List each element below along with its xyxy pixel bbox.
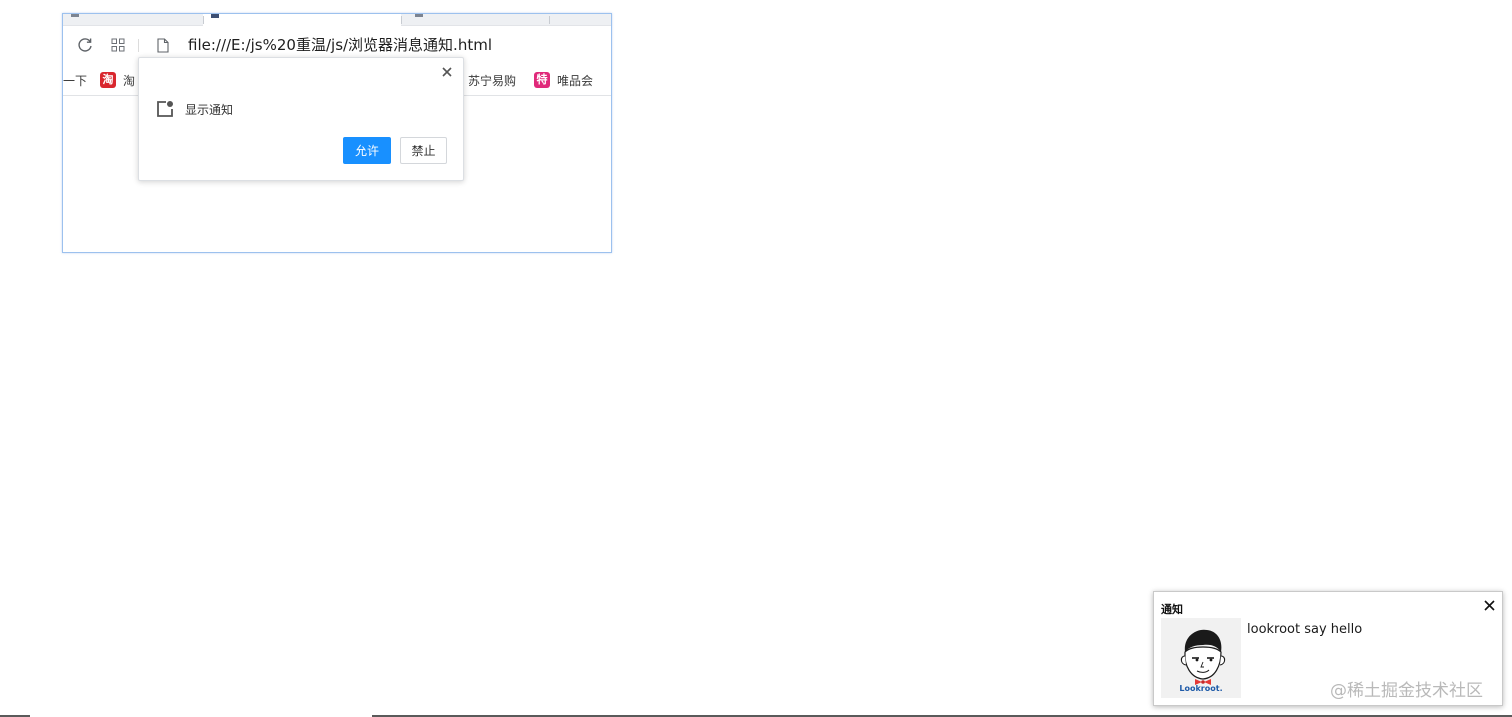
tab-1[interactable]	[63, 14, 203, 25]
notification-bell-icon	[157, 101, 173, 117]
toast-title: 通知	[1161, 603, 1183, 616]
tab-strip	[63, 14, 611, 26]
bookmark-item[interactable]: 一下	[63, 71, 87, 89]
bookmark-label: 淘	[123, 73, 136, 88]
toolbar-divider	[138, 39, 139, 52]
deny-button[interactable]: 禁止	[400, 137, 447, 164]
tab-favicon	[415, 14, 423, 17]
close-icon	[1483, 599, 1495, 611]
bookmark-item-taobao[interactable]: 淘 淘	[100, 71, 135, 89]
tab-3[interactable]	[401, 14, 611, 25]
reload-button[interactable]	[75, 35, 95, 55]
bookmark-label: 一下	[63, 73, 88, 88]
address-bar-url[interactable]: file:///E:/js%20重温/js/浏览器消息通知.html	[188, 36, 492, 54]
apps-button[interactable]	[108, 35, 128, 55]
file-page-glyph	[157, 37, 169, 53]
toast-avatar-image: Lookroot.	[1161, 618, 1241, 698]
bookmark-label: 唯品会	[557, 73, 594, 88]
toast-close-button[interactable]	[1482, 598, 1496, 612]
tab-separator	[401, 16, 402, 24]
tab-favicon	[71, 14, 79, 17]
tab-favicon	[211, 14, 219, 18]
tab-separator	[549, 16, 550, 24]
apps-grid-icon	[111, 38, 125, 52]
avatar-caption: Lookroot.	[1179, 684, 1223, 693]
tab-separator	[203, 16, 204, 24]
watermark-text: @稀土掘金技术社区	[1330, 681, 1483, 701]
close-icon	[442, 67, 452, 77]
bookmark-label: 苏宁易购	[468, 73, 517, 88]
permission-label: 显示通知	[185, 103, 234, 117]
allow-button[interactable]: 允许	[343, 137, 391, 164]
bookmark-item-suning[interactable]: 苏宁易购	[456, 71, 516, 89]
reload-icon	[78, 38, 92, 52]
file-page-icon[interactable]	[155, 36, 171, 54]
taobao-icon: 淘	[100, 72, 116, 88]
close-button[interactable]	[440, 65, 454, 79]
tab-active[interactable]	[203, 14, 401, 26]
bookmark-item-vip[interactable]: 特 唯品会	[534, 71, 593, 89]
notification-permission-popup: 显示通知 允许 禁止	[138, 57, 464, 181]
vip-icon: 特	[534, 72, 550, 88]
toast-message: lookroot say hello	[1247, 622, 1363, 637]
